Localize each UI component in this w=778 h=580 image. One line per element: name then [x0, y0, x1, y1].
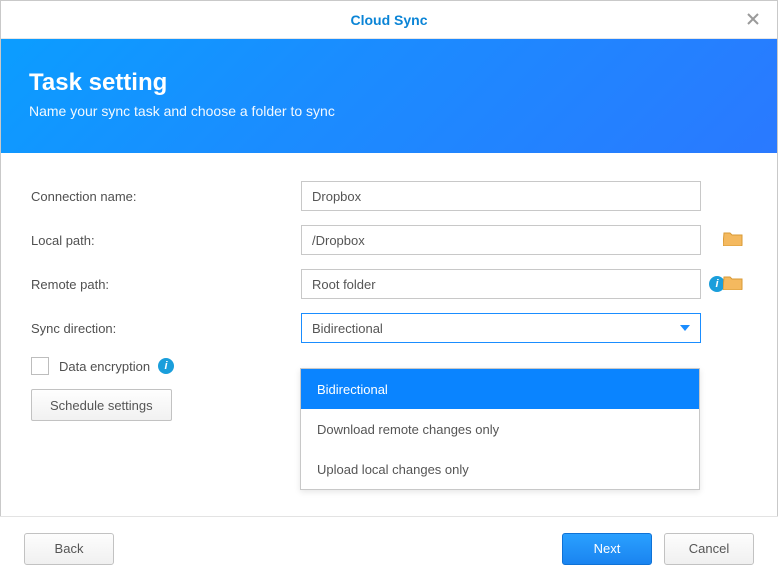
data-encryption-label: Data encryption — [59, 359, 150, 374]
remote-path-label: Remote path: — [31, 277, 301, 292]
sync-direction-select[interactable]: Bidirectional — [301, 313, 701, 343]
connection-name-input[interactable] — [301, 181, 701, 211]
info-icon[interactable]: i — [158, 358, 174, 374]
dropdown-option-bidirectional[interactable]: Bidirectional — [301, 369, 699, 409]
dropdown-option-download[interactable]: Download remote changes only — [301, 409, 699, 449]
page-subtitle: Name your sync task and choose a folder … — [29, 103, 749, 119]
dropdown-option-upload[interactable]: Upload local changes only — [301, 449, 699, 489]
data-encryption-checkbox[interactable] — [31, 357, 49, 375]
sync-direction-dropdown: Bidirectional Download remote changes on… — [300, 368, 700, 490]
header-band: Task setting Name your sync task and cho… — [1, 39, 777, 153]
cancel-button[interactable]: Cancel — [664, 533, 754, 565]
close-icon[interactable] — [743, 9, 763, 29]
sync-direction-label: Sync direction: — [31, 321, 301, 336]
connection-name-label: Connection name: — [31, 189, 301, 204]
local-path-label: Local path: — [31, 233, 301, 248]
sync-direction-value: Bidirectional — [312, 321, 383, 336]
next-button[interactable]: Next — [562, 533, 652, 565]
chevron-down-icon — [680, 325, 690, 331]
folder-icon[interactable] — [723, 230, 743, 249]
local-path-input[interactable] — [301, 225, 701, 255]
title-bar: Cloud Sync — [1, 1, 777, 39]
remote-path-input[interactable] — [301, 269, 701, 299]
back-button[interactable]: Back — [24, 533, 114, 565]
footer: Back Next Cancel — [0, 516, 778, 580]
schedule-settings-button[interactable]: Schedule settings — [31, 389, 172, 421]
window-title: Cloud Sync — [350, 12, 427, 28]
folder-icon[interactable] — [723, 274, 743, 293]
page-title: Task setting — [29, 69, 749, 97]
